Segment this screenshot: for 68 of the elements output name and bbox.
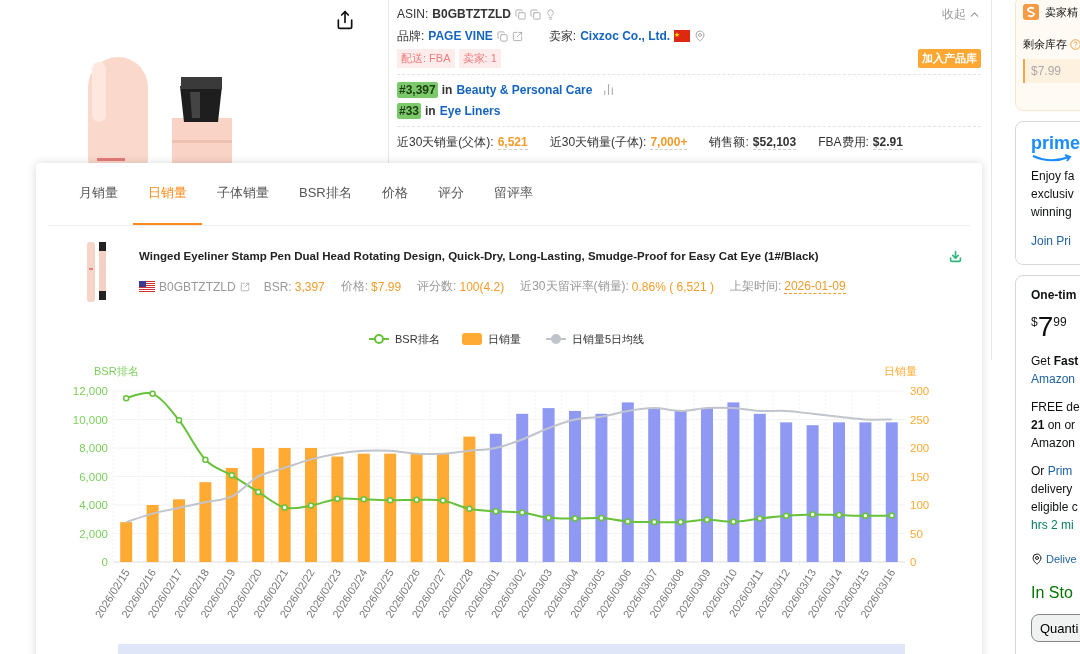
axis-label: 8,000 <box>79 442 108 454</box>
stat-label: 销售额: <box>709 133 749 151</box>
stock-status: In Sto <box>1031 583 1074 603</box>
prime-text: exclusiv <box>1031 186 1075 203</box>
prime-text: winning <box>1031 204 1073 221</box>
legend-label: 日销量 <box>488 333 521 345</box>
offer-text: delivery <box>1031 481 1074 498</box>
seller-label: 卖家: <box>548 27 577 45</box>
axis-label: 100 <box>910 499 930 511</box>
axis-label: 10,000 <box>72 413 108 426</box>
stock-label: 剩余库存 <box>1023 37 1067 52</box>
offer-text: Amazon <box>1031 435 1077 452</box>
stat-label: 近30天销量(父体): <box>397 133 494 151</box>
offer-title: One-tim <box>1031 287 1078 304</box>
metric-value: 2026-01-09 <box>784 279 846 294</box>
stat-value: $2.91 <box>872 134 903 150</box>
metric-value: 3,397 <box>294 279 325 294</box>
asin-value: B0GBTZTZLD <box>432 7 511 21</box>
info-tag: 卖家: 1 <box>458 48 501 68</box>
offer-text: Get Fast <box>1031 353 1080 370</box>
metric-label: BSR: <box>263 279 292 294</box>
axis-label: 150 <box>910 470 930 483</box>
axis-label: 200 <box>910 442 930 454</box>
plugin-title: 卖家精 <box>1045 5 1078 20</box>
price-fraction: 99 <box>1053 315 1067 329</box>
metric-value: 0.86% ( 6,521 ) <box>631 279 714 294</box>
stat-label: FBA费用: <box>818 133 869 151</box>
in-text: in <box>425 103 436 118</box>
axis-title: BSR排名 <box>94 365 139 377</box>
axis-label: 50 <box>910 527 923 540</box>
axis-title: 日销量 <box>884 365 917 377</box>
stat-value: $52,103 <box>752 134 797 150</box>
offer-text: 21 on or <box>1031 417 1077 434</box>
price-whole: 7 <box>1037 312 1054 342</box>
metric-label: 近30天留评率(销量): <box>520 278 629 295</box>
stat-value: 6,521 <box>497 134 528 150</box>
asin-value: B0GBTZTZLD <box>159 279 236 294</box>
axis-label: 12,000 <box>72 385 108 397</box>
axis-label: 0 <box>101 556 108 568</box>
asin-label: ASIN: <box>397 7 429 21</box>
stat-label: 近30天销量(子体): <box>549 133 647 151</box>
prime-logo: prime <box>1031 132 1080 154</box>
metric-label: 价格: <box>340 278 369 295</box>
axis-label: 300 <box>910 385 930 397</box>
legend-label: 日销量5日均线 <box>572 333 645 345</box>
axis-label: 250 <box>910 413 930 426</box>
rank-badge: #3,397 <box>397 81 438 98</box>
metric-label: 上架时间: <box>729 278 782 295</box>
legend-label: BSR排名 <box>395 333 440 345</box>
price-currency: $ <box>1031 315 1038 329</box>
metric-label: 评分数: <box>417 278 457 295</box>
axis-label: 2,000 <box>79 527 108 540</box>
stat-value: 7,000+ <box>650 134 688 150</box>
axis-label: 6,000 <box>79 470 108 483</box>
metric-value: 100(4.2) <box>459 279 505 294</box>
info-tag: 配送: FBA <box>397 48 455 68</box>
product-title: Winged Eyeliner Stamp Pen Dual Head Rotating Design, Quick-Dry, Long-Lasting, Smudge-Proof for Easy Cat Eye (1#/Black) <box>139 250 820 262</box>
offer-text: Or Prim <box>1031 463 1074 480</box>
countdown-text: hrs 2 mi <box>1031 517 1075 534</box>
rank-badge: #33 <box>397 102 422 119</box>
prime-text: Enjoy fa <box>1031 168 1076 185</box>
in-text: in <box>441 82 453 97</box>
axis-label: 4,000 <box>79 499 108 511</box>
brand-label: 品牌: <box>397 27 425 45</box>
axis-label: 0 <box>910 556 917 568</box>
offer-text: eligible c <box>1031 499 1079 516</box>
metric-value: $7.99 <box>371 279 402 294</box>
offer-text: FREE de <box>1031 399 1080 416</box>
